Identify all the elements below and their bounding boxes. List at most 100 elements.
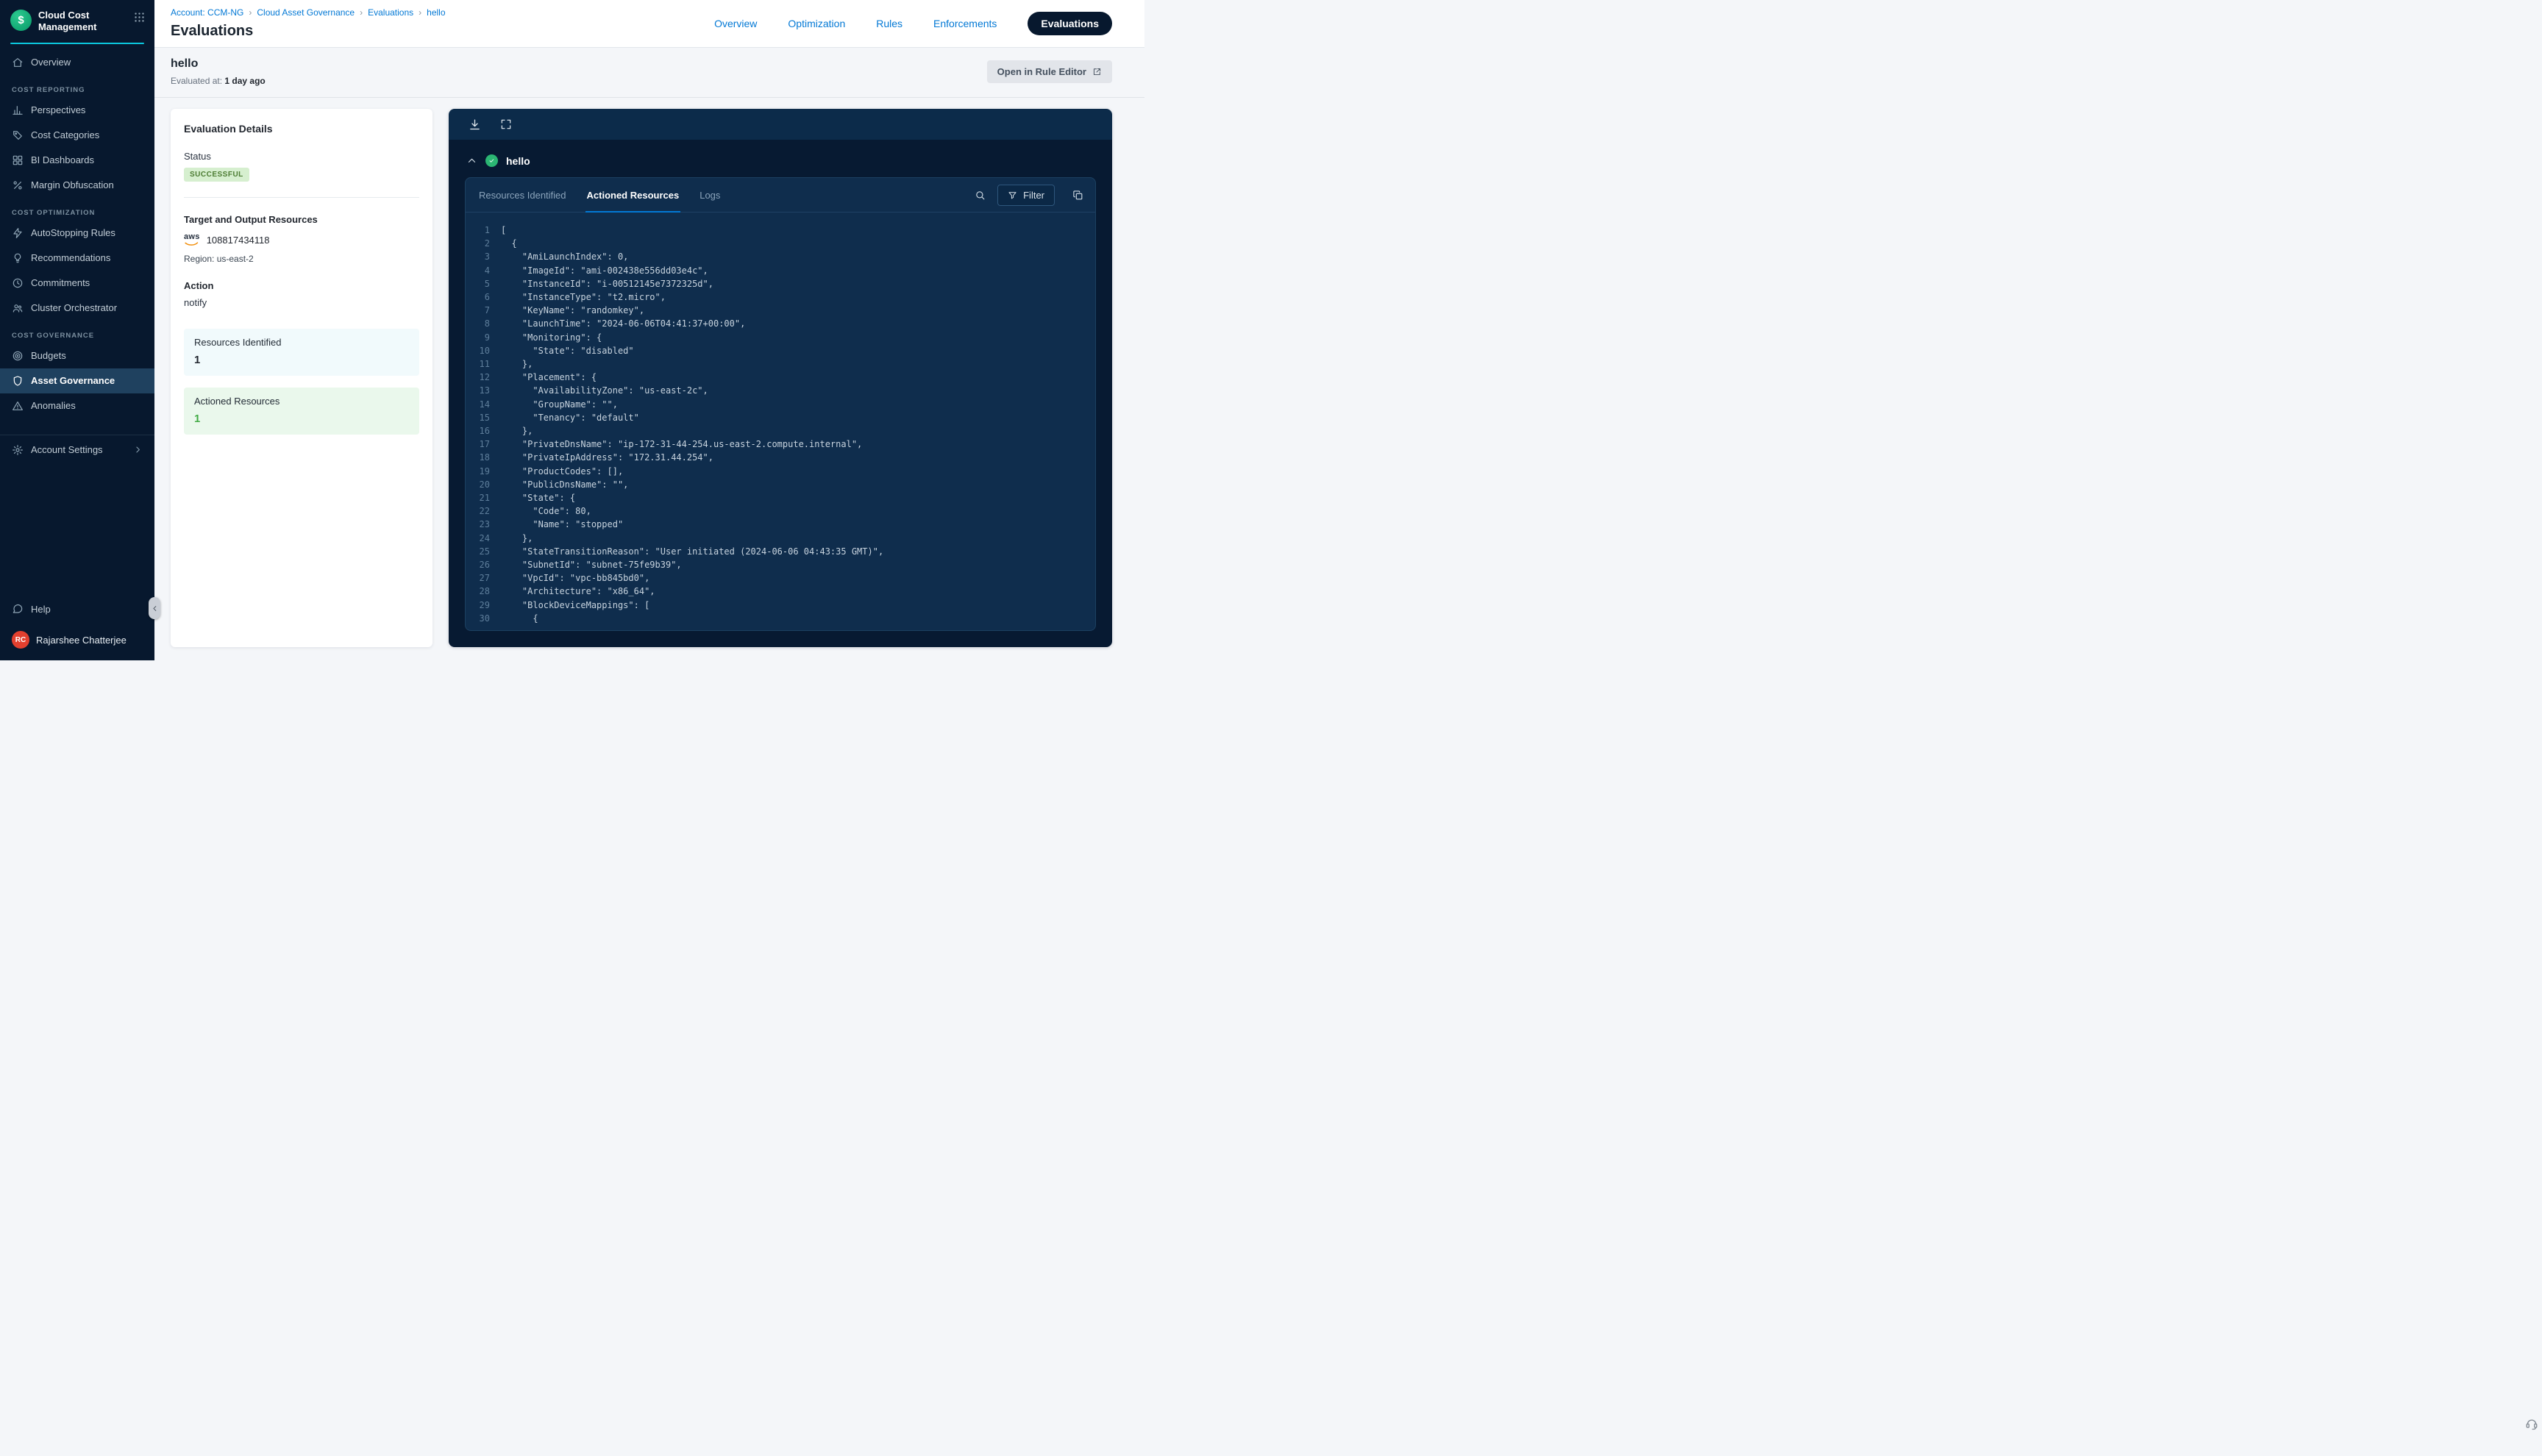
collapse-button[interactable] bbox=[466, 155, 477, 166]
open-rule-editor-button[interactable]: Open in Rule Editor bbox=[987, 60, 1112, 83]
nav-optimization[interactable]: Optimization bbox=[788, 18, 845, 29]
sidebar-item-asset-governance[interactable]: Asset Governance bbox=[0, 368, 154, 393]
code-line: 19 "ProductCodes": [], bbox=[466, 465, 1088, 478]
sidebar-nav: Overview COST REPORTINGPerspectivesCost C… bbox=[0, 47, 154, 418]
sidebar-item-perspectives[interactable]: Perspectives bbox=[0, 98, 154, 123]
line-number: 19 bbox=[466, 465, 501, 478]
sidebar-item-cost-categories[interactable]: Cost Categories bbox=[0, 123, 154, 148]
target-account-row: aws 108817434118 bbox=[184, 233, 419, 247]
sidebar-item-commitments[interactable]: Commitments bbox=[0, 271, 154, 296]
line-content: "Monitoring": { bbox=[501, 331, 602, 344]
gear-icon bbox=[12, 444, 24, 456]
stat-label: Actioned Resources bbox=[194, 396, 409, 407]
sidebar-item-overview[interactable]: Overview bbox=[0, 50, 154, 75]
sidebar-item-margin-obfuscation[interactable]: Margin Obfuscation bbox=[0, 173, 154, 198]
line-content: "InstanceType": "t2.micro", bbox=[501, 290, 666, 304]
line-number: 22 bbox=[466, 504, 501, 518]
line-content: "ImageId": "ami-002438e556dd03e4c", bbox=[501, 264, 708, 277]
nav-overview[interactable]: Overview bbox=[714, 18, 757, 29]
code-line: 24 }, bbox=[466, 532, 1088, 545]
code-line: 25 "StateTransitionReason": "User initia… bbox=[466, 545, 1088, 558]
sidebar-section-cost-reporting: COST REPORTING bbox=[0, 75, 154, 98]
code-line: 14 "GroupName": "", bbox=[466, 398, 1088, 411]
nav-evaluations[interactable]: Evaluations bbox=[1028, 12, 1112, 35]
breadcrumb-item-evaluations[interactable]: Evaluations bbox=[368, 7, 413, 18]
line-number: 20 bbox=[466, 478, 501, 491]
line-number: 9 bbox=[466, 331, 501, 344]
code-line: 4 "ImageId": "ami-002438e556dd03e4c", bbox=[466, 264, 1088, 277]
line-content: "BlockDeviceMappings": [ bbox=[501, 599, 649, 612]
stat-value: 1 bbox=[194, 413, 409, 425]
viewer-evaluation-name: hello bbox=[506, 155, 530, 167]
user-menu[interactable]: RC Rajarshee Chatterjee bbox=[12, 622, 143, 649]
line-number: 15 bbox=[466, 411, 501, 424]
chat-icon bbox=[12, 603, 24, 615]
sidebar-item-label: BI Dashboards bbox=[31, 154, 94, 166]
breadcrumb-item-account-ccm-ng[interactable]: Account: CCM-NG bbox=[171, 7, 243, 18]
viewer-body: hello Resources Identified Actioned Resou… bbox=[449, 140, 1112, 647]
topbar: Account: CCM-NG›Cloud Asset Governance›E… bbox=[154, 0, 1144, 48]
module-switcher-icon[interactable] bbox=[133, 10, 146, 24]
line-number: 26 bbox=[466, 558, 501, 571]
sidebar-item-budgets[interactable]: Budgets bbox=[0, 343, 154, 368]
sidebar-collapse-handle[interactable] bbox=[149, 597, 160, 619]
viewer-toolbar bbox=[449, 109, 1112, 140]
shield-icon bbox=[12, 375, 24, 387]
code-line: 22 "Code": 80, bbox=[466, 504, 1088, 518]
line-content: "PublicDnsName": "", bbox=[501, 478, 628, 491]
line-content: "Name": "stopped" bbox=[501, 518, 623, 531]
copy-button[interactable] bbox=[1072, 190, 1083, 201]
line-content: "Code": 80, bbox=[501, 504, 591, 518]
line-content: "KeyName": "randomkey", bbox=[501, 304, 644, 317]
line-number: 10 bbox=[466, 344, 501, 357]
action-label: Action bbox=[184, 280, 419, 291]
open-rule-editor-label: Open in Rule Editor bbox=[997, 66, 1086, 77]
code-line: 30 { bbox=[466, 612, 1088, 625]
accent-divider bbox=[10, 43, 144, 44]
sidebar-item-account-settings[interactable]: Account Settings bbox=[0, 435, 154, 465]
tab-actions: Filter bbox=[975, 185, 1083, 206]
chevron-right-icon bbox=[133, 445, 143, 454]
subheader-left: hello Evaluated at: 1 day ago bbox=[171, 57, 266, 86]
search-button[interactable] bbox=[975, 190, 986, 201]
line-number: 5 bbox=[466, 277, 501, 290]
chevron-left-icon bbox=[151, 604, 159, 613]
code-viewer[interactable]: 1[2 {3 "AmiLaunchIndex": 0,4 "ImageId": … bbox=[466, 213, 1095, 630]
evaluation-details-card: Evaluation Details Status SUCCESSFUL Tar… bbox=[171, 109, 432, 647]
line-content: "PrivateDnsName": "ip-172-31-44-254.us-e… bbox=[501, 438, 862, 451]
fullscreen-button[interactable] bbox=[500, 118, 512, 130]
support-icon[interactable] bbox=[2525, 1417, 2538, 1434]
line-content: "Tenancy": "default" bbox=[501, 411, 639, 424]
sidebar-item-anomalies[interactable]: Anomalies bbox=[0, 393, 154, 418]
tab-resources-identified[interactable]: Resources Identified bbox=[477, 178, 568, 212]
tab-actioned-resources[interactable]: Actioned Resources bbox=[585, 178, 681, 212]
sidebar-item-label: Anomalies bbox=[31, 400, 76, 412]
chart-icon bbox=[12, 104, 24, 116]
breadcrumb-item-cloud-asset-governance[interactable]: Cloud Asset Governance bbox=[257, 7, 355, 18]
app: $ Cloud Cost Management OverviewCOST REP… bbox=[0, 0, 1144, 660]
line-content: "GroupName": "", bbox=[501, 398, 618, 411]
line-number: 17 bbox=[466, 438, 501, 451]
nav-rules[interactable]: Rules bbox=[876, 18, 902, 29]
code-line: 20 "PublicDnsName": "", bbox=[466, 478, 1088, 491]
code-line: 11 }, bbox=[466, 357, 1088, 371]
details-card-title: Evaluation Details bbox=[184, 123, 419, 135]
sidebar-item-bi-dashboards[interactable]: BI Dashboards bbox=[0, 148, 154, 173]
cluster-icon bbox=[12, 302, 24, 314]
sidebar-item-recommendations[interactable]: Recommendations bbox=[0, 246, 154, 271]
sidebar: $ Cloud Cost Management OverviewCOST REP… bbox=[0, 0, 154, 660]
topbar-left: Account: CCM-NG›Cloud Asset Governance›E… bbox=[171, 7, 446, 40]
filter-button[interactable]: Filter bbox=[997, 185, 1055, 206]
nav-enforcements[interactable]: Enforcements bbox=[933, 18, 997, 29]
breadcrumb-item-hello[interactable]: hello bbox=[427, 7, 445, 18]
sidebar-item-cluster-orchestrator[interactable]: Cluster Orchestrator bbox=[0, 296, 154, 321]
sidebar-item-label: Margin Obfuscation bbox=[31, 179, 114, 191]
sidebar-item-autostopping-rules[interactable]: AutoStopping Rules bbox=[0, 221, 154, 246]
tab-logs[interactable]: Logs bbox=[698, 178, 722, 212]
help-button[interactable]: Help bbox=[12, 596, 143, 622]
breadcrumb-separator: › bbox=[360, 7, 363, 18]
stat-value: 1 bbox=[194, 354, 409, 366]
download-button[interactable] bbox=[469, 118, 481, 131]
sidebar-item-label: Overview bbox=[31, 57, 71, 68]
line-content: "ProductCodes": [], bbox=[501, 465, 623, 478]
